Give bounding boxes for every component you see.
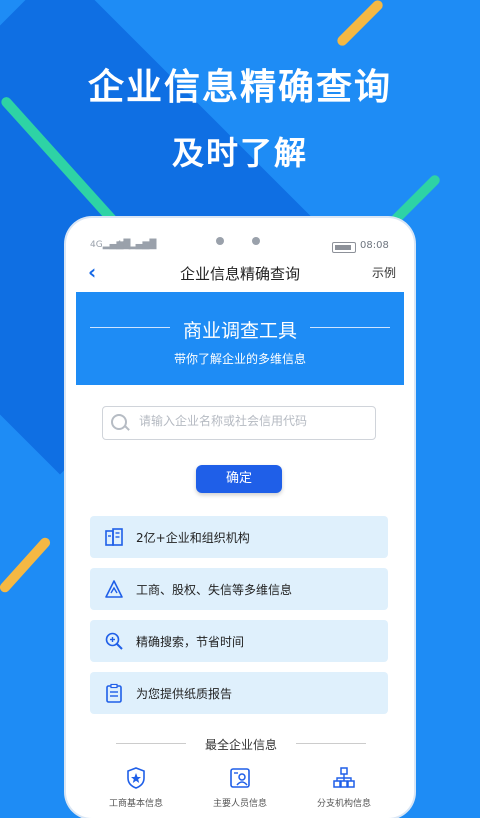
info-category-label: 主要人员信息 [212,799,267,809]
banner: 商业调查工具 带你了解企业的多维信息 [76,292,404,385]
feature-item[interactable]: 工商、股权、失信等多维信息 [90,568,388,610]
example-link[interactable]: 示例 [372,264,396,281]
camera-dot [216,237,224,245]
feature-label: 精确搜索，节省时间 [136,635,245,649]
feature-label: 工商、股权、失信等多维信息 [136,583,293,597]
status-bar: 4G▂▄▆█ 4G▂▄▆█ 08:08 [66,218,414,253]
confirm-button[interactable]: 确定 [196,465,282,493]
page-title: 企业信息精确查询 [179,265,300,283]
info-category-item[interactable]: 主要人员信息 [200,766,280,809]
decorative-stripe [335,0,385,48]
search-input[interactable] [137,413,371,429]
camera-notch [196,226,286,248]
person-card-icon [230,768,250,788]
search-icon [111,414,127,430]
banner-title: 商业调查工具 [182,320,297,342]
info-category-item[interactable]: 工商基本信息 [96,766,176,809]
banner-subtitle: 带你了解企业的多维信息 [173,352,306,366]
section-title: 最全企业信息 [204,738,277,752]
decorative-stripe [0,535,53,595]
feature-label: 为您提供纸质报告 [136,687,233,701]
feature-item[interactable]: 2亿+企业和组织机构 [90,516,388,558]
org-chart-icon [333,767,355,788]
warning-triangle-icon [105,580,123,598]
phone-frame: 4G▂▄▆█ 4G▂▄▆█ 08:08 ‹ 企业信息精确查询 示例 商业调查工具… [66,218,414,818]
magnifier-icon [105,632,123,650]
nav-bar: ‹ 企业信息精确查询 示例 [66,258,414,288]
section-header: 最全企业信息 [116,736,366,752]
hero-title: 企业信息精确查询 [87,67,392,108]
clipboard-icon [106,683,122,703]
building-icon [105,528,123,546]
info-category-label: 工商基本信息 [108,799,163,809]
search-box[interactable] [102,406,376,440]
battery-icon [332,242,356,253]
hero-subtitle: 及时了解 [171,134,308,172]
feature-item[interactable]: 为您提供纸质报告 [90,672,388,714]
info-category-item[interactable]: 分支机构信息 [304,766,384,809]
signal-icon: 4G▂▄▆█ [116,240,157,250]
info-category-label: 分支机构信息 [316,799,371,809]
sensor-dot [252,237,260,245]
feature-item[interactable]: 精确搜索，节省时间 [90,620,388,662]
police-badge-icon [127,767,145,789]
status-time: 08:08 [360,240,389,251]
feature-label: 2亿+企业和组织机构 [136,531,250,545]
